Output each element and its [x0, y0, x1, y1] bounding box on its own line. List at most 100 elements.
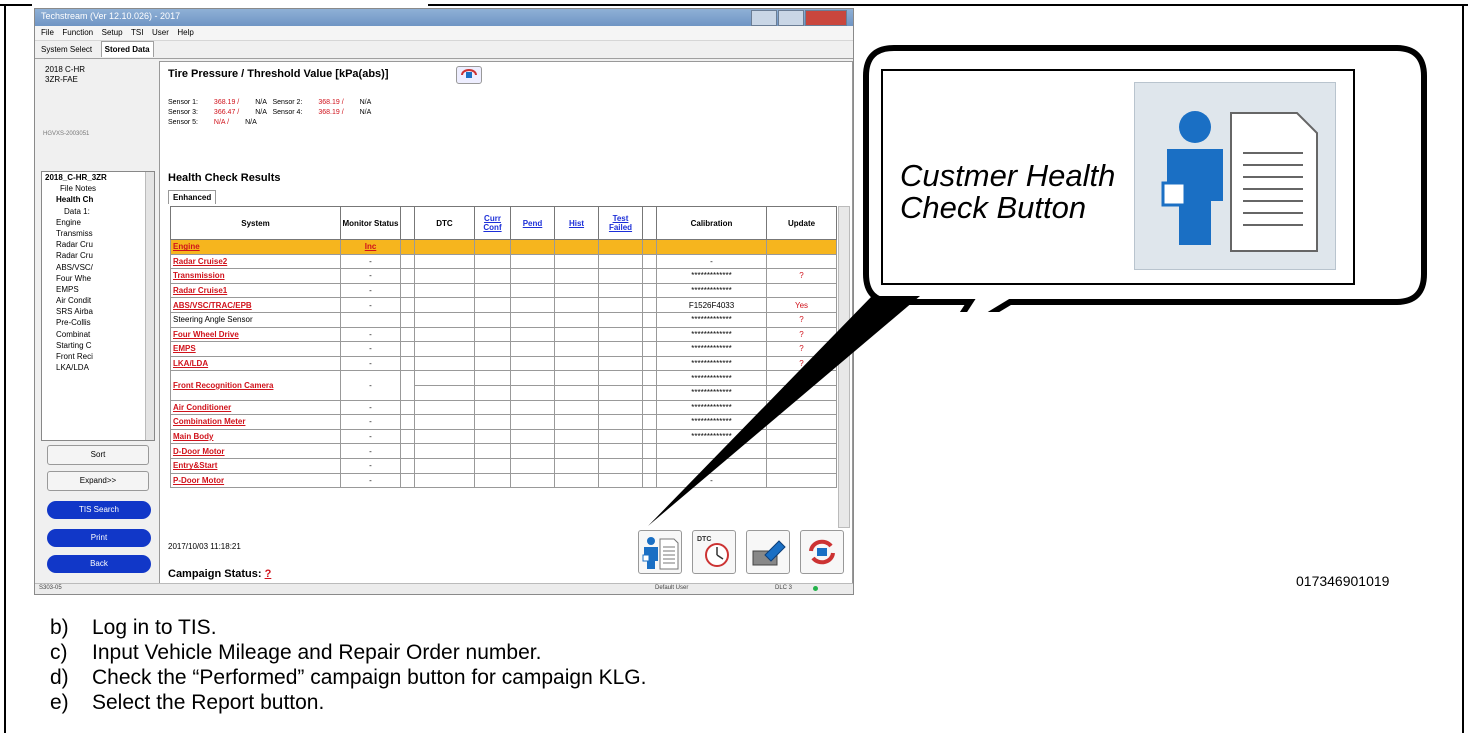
monitor-status: - — [340, 355, 401, 372]
system-link[interactable]: Front Recognition Camera — [170, 370, 341, 401]
update-cell[interactable] — [766, 239, 837, 255]
system-link[interactable]: Radar Cruise2 — [170, 253, 341, 270]
menu-tsi[interactable]: TSI — [131, 26, 143, 40]
tis-search-button[interactable]: TIS Search — [47, 501, 151, 519]
customer-health-check-button[interactable] — [638, 530, 682, 574]
table-row[interactable]: Radar Cruise2- - — [170, 253, 837, 270]
tab-stored-data[interactable]: Stored Data — [100, 41, 154, 57]
tab-system-select[interactable]: System Select — [41, 41, 92, 58]
menu-setup[interactable]: Setup — [102, 26, 123, 40]
table-row[interactable]: Engine Inc — [170, 239, 837, 255]
page-frame-left — [4, 4, 6, 733]
menu-function[interactable]: Function — [62, 26, 93, 40]
column-header-link[interactable]: Curr Conf — [474, 206, 511, 240]
menu-file[interactable]: File — [41, 26, 54, 40]
tree-item[interactable]: Radar Cru — [42, 250, 154, 261]
system-link[interactable]: LKA/LDA — [170, 355, 341, 372]
page-frame-right — [1462, 4, 1464, 733]
monitor-status: - — [340, 297, 401, 313]
tree-item[interactable]: LKA/LDA — [42, 362, 154, 373]
tree-item[interactable]: Transmiss — [42, 228, 154, 239]
refresh-button[interactable] — [800, 530, 844, 574]
tree-item[interactable]: Front Reci — [42, 351, 154, 362]
sensor-value: 368.19 / — [213, 99, 240, 106]
campaign-status-label: Campaign Status: — [168, 568, 262, 580]
monitor-status: - — [340, 414, 401, 430]
step-item: d) Check the “Performed” campaign button … — [50, 665, 646, 690]
back-button[interactable]: Back — [47, 555, 151, 573]
column-header[interactable]: Monitor Status — [340, 206, 401, 240]
column-header[interactable]: DTC — [414, 206, 475, 240]
system-link[interactable]: ABS/VSC/TRAC/EPB — [170, 297, 341, 313]
connection-status-light — [813, 586, 818, 591]
print-button[interactable]: Print — [47, 529, 151, 547]
tree-item[interactable]: Engine — [42, 217, 154, 228]
tree-item[interactable]: EMPS — [42, 284, 154, 295]
monitor-status — [340, 311, 401, 328]
close-button[interactable] — [805, 10, 847, 26]
update-cell[interactable]: ? — [766, 268, 837, 284]
tab-enhanced[interactable]: Enhanced — [168, 190, 217, 204]
system-link[interactable]: Air Conditioner — [170, 399, 341, 416]
system-link[interactable]: Entry&Start — [170, 457, 341, 474]
table-row[interactable]: Transmission - *************? — [170, 268, 837, 284]
tree-item[interactable]: Starting C — [42, 340, 154, 351]
monitor-status: - — [340, 457, 401, 474]
sort-button[interactable]: Sort — [47, 445, 149, 465]
system-tree[interactable]: 2018_C-HR_3ZR File Notes Health Ch Data … — [41, 171, 155, 441]
minimize-button[interactable] — [751, 10, 777, 26]
menu-user[interactable]: User — [152, 26, 169, 40]
tire-pressure-toggle-icon[interactable] — [456, 66, 482, 84]
column-header-link[interactable]: Hist — [554, 206, 599, 240]
sensor-label: Sensor 3: — [168, 109, 198, 116]
step-item: e) Select the Report button. — [50, 690, 646, 715]
tree-item[interactable]: 2018_C-HR_3ZR — [42, 172, 154, 183]
column-header[interactable]: System — [170, 206, 341, 240]
column-header[interactable]: Calibration — [656, 206, 767, 240]
tree-item[interactable]: ABS/VSC/ — [42, 262, 154, 273]
monitor-status[interactable]: Inc — [340, 239, 401, 255]
monitor-status: - — [340, 443, 401, 459]
dtc-check-button[interactable]: DTC — [692, 530, 736, 574]
sensor-value: 366.47 / — [213, 109, 240, 116]
callout-enlarged-button — [1134, 82, 1336, 270]
tree-item[interactable]: Pre-Collis — [42, 317, 154, 328]
tree-item[interactable]: Combinat — [42, 329, 154, 340]
system-link[interactable]: Transmission — [170, 268, 341, 284]
vehicle-info: 2018 C-HR 3ZR-FAE — [45, 65, 153, 85]
sensor-threshold: N/A — [255, 109, 267, 116]
system-link[interactable]: P-Door Motor — [170, 472, 341, 489]
update-cell[interactable] — [766, 253, 837, 270]
column-header[interactable]: Update — [766, 206, 837, 240]
sensor-label: Sensor 4: — [272, 109, 303, 116]
page-frame-top — [0, 3, 1468, 7]
campaign-status-link[interactable]: ? — [265, 568, 272, 580]
menu-bar: File Function Setup TSI User Help — [35, 26, 853, 41]
customer-health-check-icon — [642, 537, 679, 570]
system-link[interactable]: Main Body — [170, 428, 341, 445]
system-link[interactable]: D-Door Motor — [170, 443, 341, 459]
menu-help[interactable]: Help — [177, 26, 193, 40]
status-code: S303-05 — [39, 585, 62, 591]
expand-button[interactable]: Expand>> — [47, 471, 149, 491]
step-letter: d) — [50, 666, 69, 689]
tree-item[interactable]: Radar Cru — [42, 239, 154, 250]
tree-item[interactable]: Health Ch — [42, 194, 154, 205]
system-link[interactable]: EMPS — [170, 341, 341, 357]
column-header-link[interactable]: Pend — [510, 206, 555, 240]
system-link[interactable]: Radar Cruise1 — [170, 282, 341, 299]
tree-item[interactable]: Air Condit — [42, 295, 154, 306]
tree-item[interactable]: File Notes — [42, 183, 154, 194]
step-text: Check the “Performed” campaign button fo… — [92, 666, 647, 689]
ecu-reprogram-button[interactable] — [746, 530, 790, 574]
system-link[interactable]: Combination Meter — [170, 414, 341, 430]
column-header-link[interactable]: Test Failed — [598, 206, 643, 240]
tree-item[interactable]: SRS Airba — [42, 306, 154, 317]
tree-scrollbar[interactable] — [145, 172, 154, 440]
system-link[interactable]: Four Wheel Drive — [170, 326, 341, 343]
maximize-button[interactable] — [778, 10, 804, 26]
tree-item[interactable]: Four Whe — [42, 273, 154, 284]
calibration-cell: - — [656, 253, 767, 270]
tree-item[interactable]: Data 1: — [42, 206, 154, 217]
system-link[interactable]: Engine — [170, 239, 341, 255]
